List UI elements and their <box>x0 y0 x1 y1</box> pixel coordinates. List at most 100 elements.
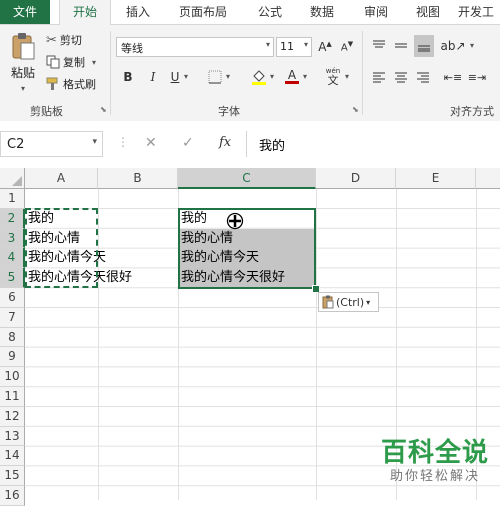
format-painter-button[interactable]: 格式刷 <box>46 76 96 92</box>
tab-file[interactable]: 文件 <box>0 0 50 24</box>
align-middle-icon <box>395 43 407 48</box>
row-header[interactable]: 11 <box>0 387 25 407</box>
tab-view[interactable]: 视图 <box>408 0 448 24</box>
align-right-icon <box>417 72 429 83</box>
align-bottom-button[interactable] <box>414 35 434 57</box>
column-header-f[interactable] <box>476 168 500 189</box>
font-group-label: 字体 <box>218 105 240 118</box>
column-header-e[interactable]: E <box>396 168 476 189</box>
font-size-select[interactable]: 11 ▾ <box>276 37 312 57</box>
borders-button[interactable] <box>206 68 224 86</box>
phonetic-button[interactable]: wén 文 <box>324 65 342 89</box>
row-header[interactable]: 8 <box>0 327 25 348</box>
font-size-value: 11 <box>280 40 294 53</box>
bold-button[interactable]: B <box>119 68 137 86</box>
row-header[interactable]: 6 <box>0 288 25 308</box>
watermark-subtitle: 助你轻松解决 <box>389 469 480 484</box>
copy-dropdown-icon[interactable]: ▾ <box>92 58 96 67</box>
fill-color-dropdown-icon[interactable]: ▾ <box>270 72 274 81</box>
borders-dropdown-icon[interactable]: ▾ <box>226 72 230 81</box>
chevron-down-icon: ▾ <box>92 137 97 147</box>
align-left-button[interactable] <box>370 68 388 86</box>
copy-icon <box>46 55 60 69</box>
align-top-button[interactable] <box>370 37 388 55</box>
tab-insert[interactable]: 插入 <box>116 0 160 24</box>
increase-indent-button[interactable]: ≡⇥ <box>468 68 486 86</box>
copy-label: 复制 <box>63 56 85 69</box>
move-cursor-icon <box>226 212 244 230</box>
paste-dropdown-icon[interactable]: ▾ <box>21 84 25 93</box>
row-header[interactable]: 15 <box>0 466 25 486</box>
cut-label: 剪切 <box>59 34 82 47</box>
column-header-a[interactable]: A <box>25 168 98 189</box>
paste-options-button[interactable]: (Ctrl) ▾ <box>318 292 379 312</box>
scissors-icon: ✂ <box>46 32 57 48</box>
underline-button[interactable]: U <box>166 68 184 86</box>
clipboard-launcher-icon[interactable]: ⬊ <box>100 105 107 114</box>
alignment-group-label: 对齐方式 <box>450 105 494 118</box>
orientation-dropdown-icon[interactable]: ▾ <box>470 41 474 50</box>
font-color-swatch <box>285 80 299 84</box>
copy-marquee <box>25 208 98 288</box>
chevron-down-icon: ▾ <box>265 40 270 49</box>
row-header[interactable]: 3 <box>0 228 25 249</box>
row-header[interactable]: 7 <box>0 307 25 328</box>
font-color-icon: A <box>287 67 297 82</box>
check-icon[interactable]: ✓ <box>182 135 194 151</box>
name-box[interactable]: C2 ▾ <box>0 131 103 157</box>
tab-data[interactable]: 数据 <box>300 0 344 24</box>
align-center-button[interactable] <box>392 68 410 86</box>
font-color-button[interactable]: A <box>283 67 301 85</box>
row-header[interactable]: 5 <box>0 268 25 288</box>
tab-review[interactable]: 审阅 <box>354 0 398 24</box>
more-icon: ⋮ <box>117 135 129 149</box>
formula-bar: C2 ▾ ⋮ ✕ ✓ fx 我的 <box>0 121 500 167</box>
align-middle-button[interactable] <box>392 37 410 55</box>
font-launcher-icon[interactable]: ⬊ <box>352 105 359 114</box>
increase-font-size-button[interactable]: A▲ <box>316 38 334 56</box>
format-painter-label: 格式刷 <box>63 78 96 91</box>
row-header[interactable]: 10 <box>0 367 25 387</box>
font-color-dropdown-icon[interactable]: ▾ <box>303 72 307 81</box>
column-header-b[interactable]: B <box>98 168 178 189</box>
copy-button[interactable]: 复制 ▾ <box>46 54 96 70</box>
align-bottom-icon <box>418 45 430 52</box>
phonetic-dropdown-icon[interactable]: ▾ <box>345 72 349 81</box>
row-header[interactable]: 4 <box>0 248 25 269</box>
insert-function-button[interactable]: fx <box>219 135 231 150</box>
cancel-icon[interactable]: ✕ <box>145 135 157 151</box>
column-header-d[interactable]: D <box>316 168 396 189</box>
paste-button[interactable]: 粘贴 ▾ <box>6 31 40 93</box>
font-shrink-icon: A▼ <box>340 40 354 54</box>
align-center-icon <box>395 72 407 83</box>
align-right-button[interactable] <box>414 68 432 86</box>
select-all-corner[interactable] <box>0 168 25 189</box>
row-header[interactable]: 14 <box>0 446 25 467</box>
chevron-down-icon: ▾ <box>303 40 308 49</box>
cut-button[interactable]: ✂ 剪切 <box>46 32 82 48</box>
increase-indent-icon: ≡⇥ <box>467 70 487 84</box>
ribbon: 粘贴 ▾ ✂ 剪切 复制 ▾ 格式刷 剪贴板 ⬊ 等线 ▾ 11 ▾ A▲ A▼… <box>0 25 500 122</box>
row-header[interactable]: 9 <box>0 347 25 368</box>
formula-value: 我的 <box>259 139 286 154</box>
row-header[interactable]: 2 <box>0 208 25 229</box>
paste-icon <box>12 33 35 60</box>
row-header[interactable]: 1 <box>0 189 25 209</box>
italic-button[interactable]: I <box>144 68 162 86</box>
column-header-c[interactable]: C <box>178 168 316 189</box>
ribbon-tabs: 文件 开始 插入 页面布局 公式 数据 审阅 视图 开发工 <box>0 0 500 25</box>
row-header[interactable]: 13 <box>0 426 25 447</box>
orientation-button[interactable]: ab↗ <box>440 37 465 55</box>
font-name-select[interactable]: 等线 ▾ <box>116 37 274 57</box>
row-header[interactable]: 16 <box>0 486 25 506</box>
decrease-indent-button[interactable]: ⇤≡ <box>444 68 462 86</box>
tab-developer[interactable]: 开发工 <box>458 0 500 24</box>
underline-dropdown-icon[interactable]: ▾ <box>184 72 188 81</box>
decrease-font-size-button[interactable]: A▼ <box>338 38 356 56</box>
tab-formulas[interactable]: 公式 <box>250 0 290 24</box>
fill-color-button[interactable] <box>250 68 268 86</box>
tab-home[interactable]: 开始 <box>59 0 111 25</box>
tab-page-layout[interactable]: 页面布局 <box>168 0 238 24</box>
row-header[interactable]: 12 <box>0 406 25 427</box>
formula-input[interactable]: 我的 <box>246 131 500 157</box>
